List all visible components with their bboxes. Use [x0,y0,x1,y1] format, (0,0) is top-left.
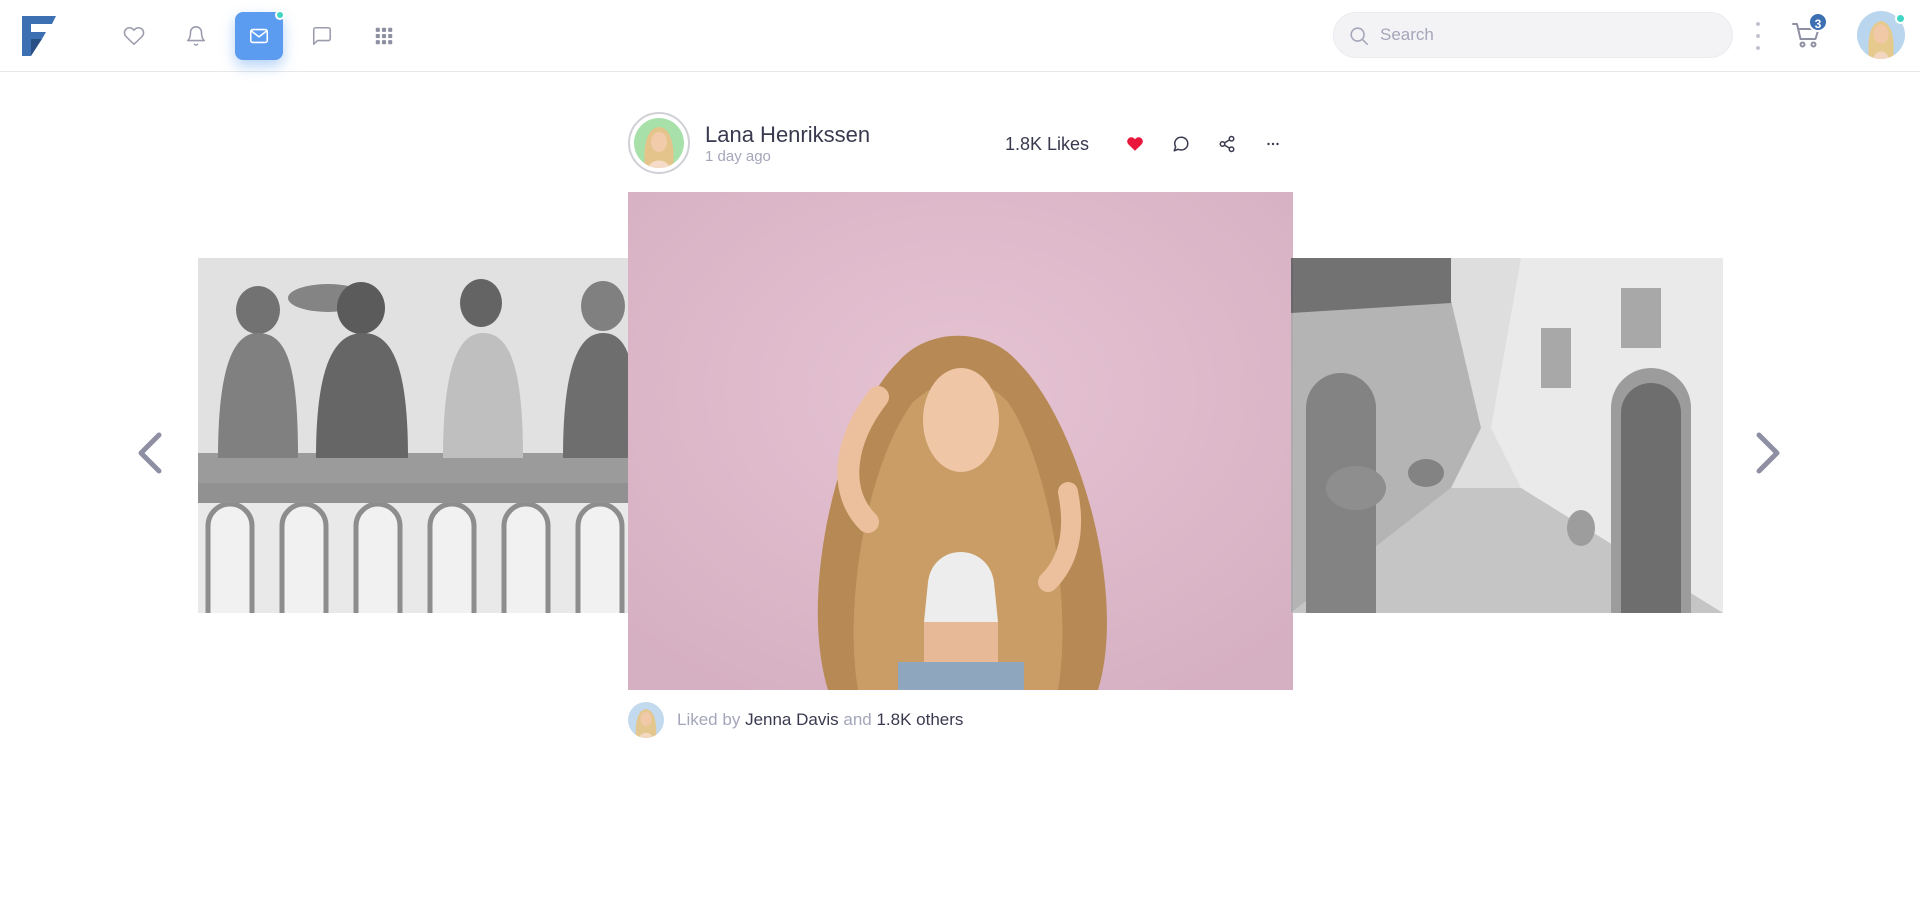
post-header: Lana Henrikssen 1 day ago 1.8K Likes [628,112,1293,176]
search-bar [1333,12,1733,58]
search-icon [1350,27,1369,46]
carousel-image-next[interactable] [1291,258,1723,613]
comment-button[interactable] [1167,130,1195,158]
likes-count: 1.8K Likes [1005,134,1090,154]
nav-notifications-button[interactable] [172,12,220,60]
image-carousel [0,190,1920,710]
liker-avatar[interactable] [628,702,664,738]
top-navbar: 3 [0,0,1920,72]
carousel-next-button[interactable] [1748,428,1788,478]
share-button[interactable] [1213,130,1241,158]
cart-count-badge: 3 [1808,12,1828,32]
more-horizontal-icon [1267,142,1279,146]
more-menu-icon[interactable] [1750,22,1766,50]
liked-by-user-link[interactable]: Jenna Davis [745,710,839,729]
nav-apps-button[interactable] [360,12,408,60]
nav-chat-button[interactable] [298,12,346,60]
mail-icon [249,28,269,44]
carousel-image-previous[interactable] [198,258,630,613]
liked-by-prefix: Liked by [677,710,741,729]
heart-icon [123,26,145,46]
author-avatar[interactable] [628,112,690,174]
search-input[interactable] [1380,13,1720,57]
liked-by-others-link[interactable]: 1.8K others [876,710,963,729]
bell-icon [186,26,206,46]
liked-by-and: and [843,710,872,729]
street-alley-image [1291,258,1723,613]
app-logo[interactable] [22,16,56,56]
share-icon [1219,135,1235,153]
comment-icon [1173,136,1189,152]
liked-by-text: Liked by Jenna Davis and 1.8K others [677,710,963,730]
carousel-prev-button[interactable] [130,428,170,478]
online-status-dot [1895,13,1906,24]
carousel-image-current[interactable] [628,192,1293,690]
chat-icon [312,26,332,46]
chevron-right-icon [1756,432,1780,474]
liked-by-row: Liked by Jenna Davis and 1.8K others [628,702,963,738]
chevron-left-icon [138,432,162,474]
woman-portrait-image [628,192,1293,690]
like-button[interactable] [1121,130,1149,158]
friends-on-wall-image [198,258,630,613]
post-timestamp: 1 day ago [705,148,771,165]
nav-messages-button[interactable] [235,10,285,60]
post-options-button[interactable] [1259,130,1287,158]
unread-dot [275,10,285,20]
nav-likes-button[interactable] [110,12,158,60]
heart-filled-icon [1127,137,1143,151]
author-name[interactable]: Lana Henrikssen [705,122,870,148]
apps-grid-icon [375,27,393,45]
